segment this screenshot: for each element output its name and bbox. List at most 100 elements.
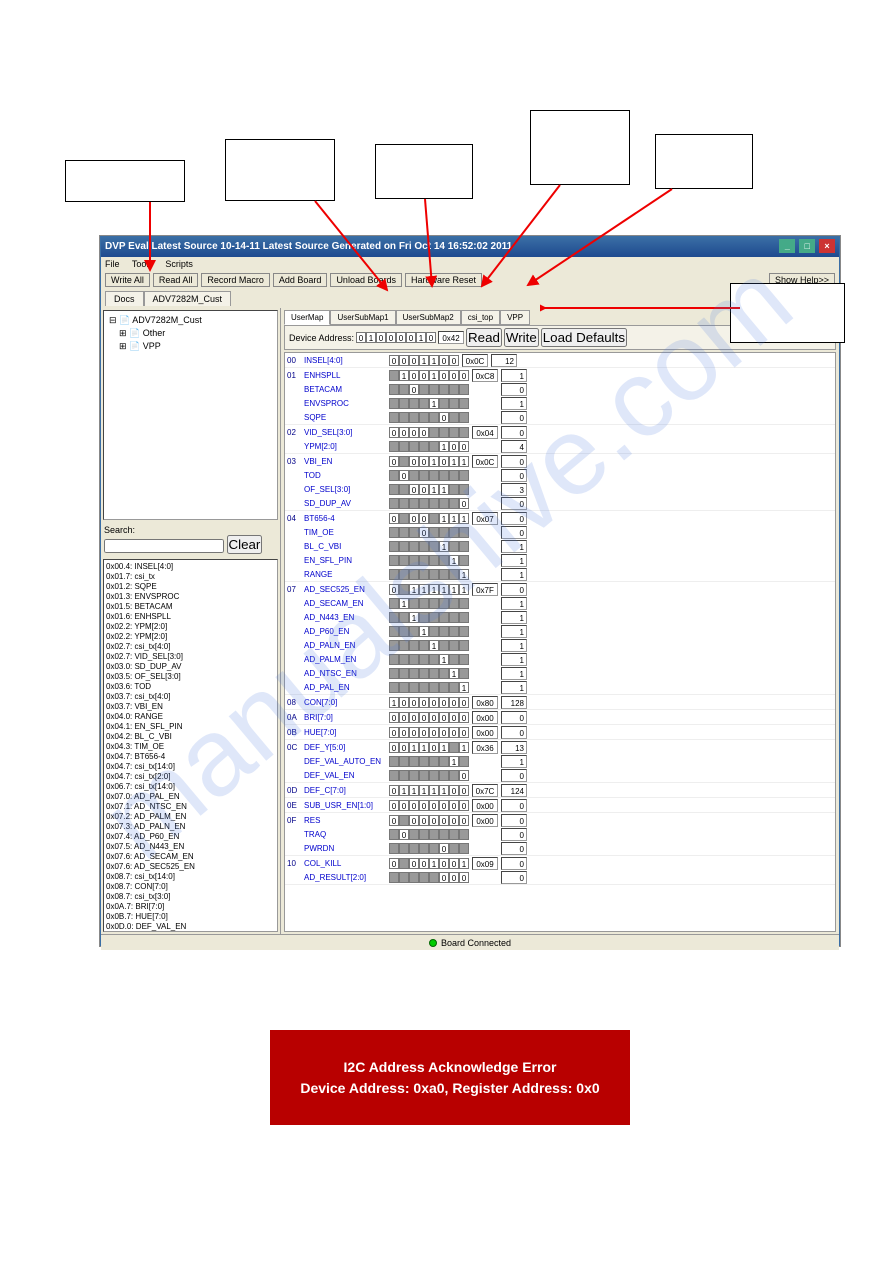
bit-cell[interactable]: 0 [419,527,429,538]
bit-cell[interactable]: 1 [459,569,469,580]
bit-cell[interactable]: 1 [439,441,449,452]
bit-cell[interactable]: 1 [459,513,469,524]
search-input[interactable] [104,539,224,553]
bit-cell[interactable]: 0 [419,427,429,438]
bit-cell[interactable]: 0 [449,697,459,708]
search-result-item[interactable]: 0x0D.0: DEF_VAL_EN [106,922,275,932]
bit-cell[interactable]: 0 [439,456,449,467]
reg-name[interactable]: VID_SEL[3:0] [304,428,386,437]
bit-cell[interactable]: 1 [439,584,449,595]
bit-cell[interactable]: 0 [439,412,449,423]
reg-name[interactable]: BRI[7:0] [304,713,386,722]
bit-cell[interactable]: 0 [399,470,409,481]
reg-name[interactable]: AD_SEC525_EN [304,585,386,594]
reg-name[interactable]: PWRDN [304,844,386,853]
bit-cell[interactable]: 1 [439,785,449,796]
search-result-item[interactable]: 0x07.6: AD_SECAM_EN [106,852,275,862]
bit-cell[interactable]: 0 [449,712,459,723]
reg-name[interactable]: CON[7:0] [304,698,386,707]
search-result-item[interactable]: 0x0A.7: BRI[7:0] [106,902,275,912]
bit-cell[interactable]: 0 [389,815,399,826]
search-result-item[interactable]: 0x07.6: AD_SEC525_EN [106,862,275,872]
bit-cell[interactable]: 0 [419,858,429,869]
bit-cell[interactable]: 0 [389,584,399,595]
search-result-item[interactable]: 0x04.0: RANGE [106,712,275,722]
reg-name[interactable]: SD_DUP_AV [304,499,386,508]
search-result-item[interactable]: 0x01.3: ENVSPROC [106,592,275,602]
bit-cell[interactable]: 1 [459,858,469,869]
bit-cell[interactable]: 1 [459,682,469,693]
bit-cell[interactable]: 1 [439,541,449,552]
bit-cell[interactable]: 1 [449,513,459,524]
bit-cell[interactable]: 1 [459,742,469,753]
bit-cell[interactable]: 0 [439,800,449,811]
reg-name[interactable]: AD_PALM_EN [304,655,386,664]
bit-cell[interactable]: 0 [389,427,399,438]
bit-cell[interactable]: 1 [429,456,439,467]
bit-cell[interactable]: 1 [399,598,409,609]
bit-cell[interactable]: 1 [429,858,439,869]
search-result-item[interactable]: 0x01.2: SQPE [106,582,275,592]
bit-cell[interactable]: 0 [459,441,469,452]
reg-name[interactable]: AD_NTSC_EN [304,669,386,678]
bit-cell[interactable]: 0 [449,441,459,452]
bit-cell[interactable]: 1 [429,484,439,495]
bit-cell[interactable]: 1 [419,584,429,595]
bit-cell[interactable]: 0 [419,697,429,708]
search-result-item[interactable]: 0x03.7: csi_tx[4:0] [106,692,275,702]
search-result-item[interactable]: 0x04.1: EN_SFL_PIN [106,722,275,732]
reg-name[interactable]: AD_N443_EN [304,613,386,622]
reg-name[interactable]: RANGE [304,570,386,579]
bit-cell[interactable]: 0 [449,800,459,811]
bit-cell[interactable]: 0 [399,712,409,723]
search-result-item[interactable]: 0x04.7: csi_tx[14:0] [106,762,275,772]
search-results-list[interactable]: 0x00.4: INSEL[4:0]0x01.7: csi_tx0x01.2: … [103,559,278,932]
reg-name[interactable]: AD_SECAM_EN [304,599,386,608]
reg-name[interactable]: TOD [304,471,386,480]
search-result-item[interactable]: 0x0B.7: HUE[7:0] [106,912,275,922]
search-result-item[interactable]: 0x04.7: csi_tx[2:0] [106,772,275,782]
bit-cell[interactable]: 0 [409,712,419,723]
bit-cell[interactable]: 0 [389,513,399,524]
bit-cell[interactable]: 0 [439,858,449,869]
bit-cell[interactable]: 0 [419,712,429,723]
search-result-item[interactable]: 0x03.5: OF_SEL[3:0] [106,672,275,682]
bit-cell[interactable]: 0 [449,858,459,869]
bit-cell[interactable]: 1 [459,456,469,467]
bit-cell[interactable]: 1 [449,584,459,595]
bit-cell[interactable]: 1 [439,513,449,524]
bit-cell[interactable]: 0 [419,800,429,811]
bit-cell[interactable]: 1 [409,785,419,796]
bit-cell[interactable]: 0 [459,872,469,883]
bit-cell[interactable]: 1 [419,785,429,796]
bit-cell[interactable]: 0 [409,815,419,826]
bit-cell[interactable]: 0 [439,843,449,854]
search-result-item[interactable]: 0x04.2: BL_C_VBI [106,732,275,742]
reg-name[interactable]: OF_SEL[3:0] [304,485,386,494]
bit-cell[interactable]: 0 [409,727,419,738]
bit-cell[interactable]: 0 [429,697,439,708]
reg-name[interactable]: AD_RESULT[2:0] [304,873,386,882]
bit-cell[interactable]: 0 [389,858,399,869]
bit-cell[interactable]: 0 [459,727,469,738]
register-table[interactable]: 00INSEL[4:0]00011000x0C1201ENHSPLL100100… [284,352,836,932]
bit-cell[interactable]: 0 [439,697,449,708]
reg-name[interactable]: DEF_VAL_AUTO_EN [304,757,386,766]
bit-cell[interactable]: 0 [389,456,399,467]
search-result-item[interactable]: 0x07.3: AD_PALN_EN [106,822,275,832]
bit-cell[interactable]: 0 [389,727,399,738]
bit-cell[interactable]: 0 [419,727,429,738]
search-result-item[interactable]: 0x07.0: AD_PAL_EN [106,792,275,802]
reg-name[interactable]: BT656-4 [304,514,386,523]
reg-name[interactable]: TIM_OE [304,528,386,537]
bit-cell[interactable]: 1 [429,584,439,595]
search-result-item[interactable]: 0x02.7: csi_tx[4:0] [106,642,275,652]
reg-name[interactable]: YPM[2:0] [304,442,386,451]
bit-cell[interactable]: 1 [399,785,409,796]
search-result-item[interactable]: 0x06.7: csi_tx[14:0] [106,782,275,792]
bit-cell[interactable]: 0 [409,513,419,524]
reg-name[interactable]: HUE[7:0] [304,728,386,737]
reg-name[interactable]: EN_SFL_PIN [304,556,386,565]
reg-name[interactable]: VBI_EN [304,457,386,466]
search-result-item[interactable]: 0x03.6: TOD [106,682,275,692]
